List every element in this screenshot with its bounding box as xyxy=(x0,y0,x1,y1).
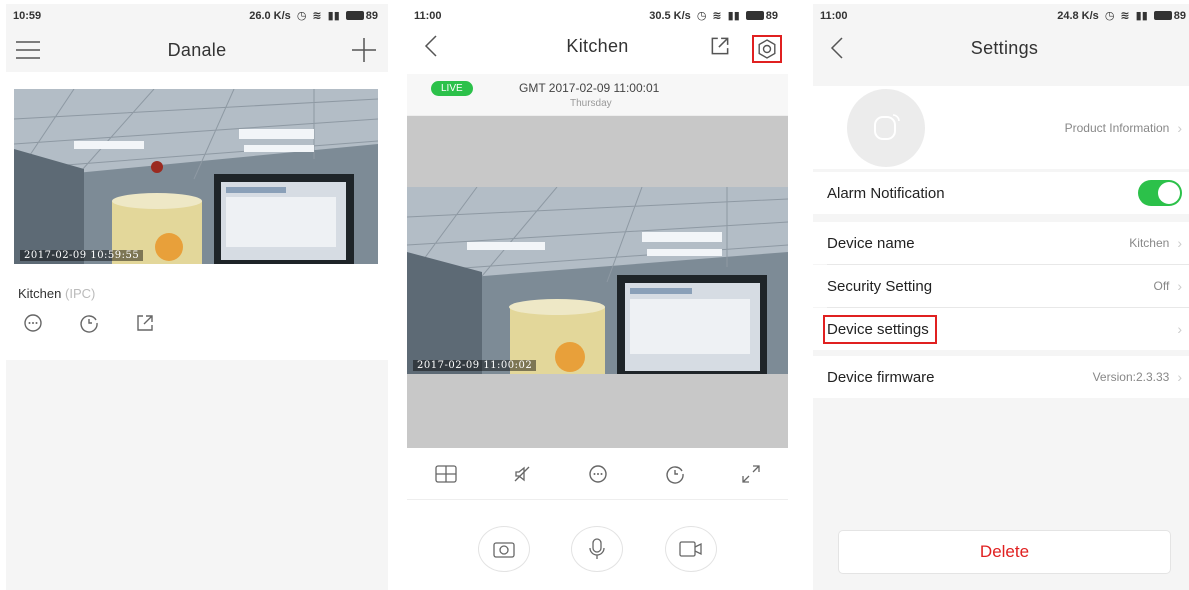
snapshot-icon xyxy=(493,542,515,558)
chevron-right-icon: › xyxy=(1177,278,1182,294)
back-icon[interactable] xyxy=(823,34,851,62)
microphone-button[interactable] xyxy=(571,526,624,572)
camera-scene xyxy=(14,89,378,264)
share-icon[interactable] xyxy=(134,312,156,334)
device-settings-row[interactable]: Device settings › xyxy=(813,308,1189,350)
menu-icon[interactable] xyxy=(14,36,42,64)
signal-icon: ▮▮ xyxy=(727,10,740,22)
device-actions xyxy=(22,312,156,334)
alarm-notification-label: Alarm Notification xyxy=(827,184,945,202)
mute-icon[interactable] xyxy=(512,464,532,484)
live-datetime: GMT 2017-02-09 11:00:01 xyxy=(519,81,660,95)
alarm-notification-row: Alarm Notification xyxy=(813,172,1189,214)
signal-icon: ▮▮ xyxy=(327,10,340,22)
alarm-icon: ◷ xyxy=(1104,10,1115,22)
settings-screen: 11:00 24.8 K/s ◷ ≋ ▮▮ 89 Settings Produc… xyxy=(813,4,1189,590)
alarm-icon: ◷ xyxy=(296,10,307,22)
page-title: Danale xyxy=(167,39,227,60)
device-name: Kitchen xyxy=(18,286,62,301)
nav-bar: Kitchen xyxy=(407,24,788,68)
battery-indicator: 89 xyxy=(1153,9,1186,22)
status-bar: 11:00 24.8 K/s ◷ ≋ ▮▮ 89 xyxy=(813,4,1189,28)
record-button[interactable] xyxy=(665,526,718,572)
live-view-screen: 11:00 30.5 K/s ◷ ≋ ▮▮ 89 Kitchen LIVE GM… xyxy=(407,4,788,590)
device-name-row[interactable]: Device name Kitchen › xyxy=(813,222,1189,264)
chevron-right-icon: › xyxy=(1177,235,1182,251)
network-speed: 30.5 K/s xyxy=(649,9,691,22)
battery-level: 89 xyxy=(1173,9,1186,22)
network-speed: 26.0 K/s xyxy=(249,9,291,22)
live-header: LIVE GMT 2017-02-09 11:00:01 Thursday xyxy=(407,74,788,116)
device-settings-label: Device settings xyxy=(823,314,937,344)
battery-icon xyxy=(1153,11,1172,20)
delete-button[interactable]: Delete xyxy=(838,530,1171,574)
product-info-row[interactable]: Product Information › xyxy=(813,86,1189,169)
nav-bar: Settings xyxy=(813,26,1189,70)
device-type: (IPC) xyxy=(65,286,96,301)
share-icon[interactable] xyxy=(706,32,734,60)
status-time: 11:00 xyxy=(414,10,442,22)
wifi-icon: ≋ xyxy=(712,10,722,22)
live-weekday: Thursday xyxy=(570,98,612,109)
battery-icon xyxy=(745,11,764,20)
battery-indicator: 89 xyxy=(345,9,378,22)
camera-thumbnail[interactable]: 2017-02-09 10:59:55 xyxy=(14,89,378,264)
battery-icon xyxy=(345,11,364,20)
status-time: 11:00 xyxy=(820,10,848,22)
chevron-right-icon: › xyxy=(1177,321,1182,337)
security-setting-value: Off xyxy=(1153,279,1170,293)
device-name-label: Device name xyxy=(827,234,915,252)
chevron-right-icon: › xyxy=(1177,119,1182,136)
alarm-notification-toggle[interactable] xyxy=(1138,180,1182,206)
signal-icon: ▮▮ xyxy=(1135,10,1148,22)
status-bar: 10:59 26.0 K/s ◷ ≋ ▮▮ 89 xyxy=(6,4,388,28)
camera-timestamp: 2017-02-09 11:00:02 xyxy=(413,360,537,371)
device-avatar xyxy=(847,88,925,167)
add-icon[interactable] xyxy=(350,36,378,64)
security-setting-row[interactable]: Security Setting Off › xyxy=(813,265,1189,307)
device-firmware-value: Version:2.3.33 xyxy=(1092,370,1170,384)
back-icon[interactable] xyxy=(417,32,445,60)
snapshot-button[interactable] xyxy=(477,526,530,572)
live-badge: LIVE xyxy=(431,81,473,96)
microphone-icon xyxy=(589,538,606,559)
status-time: 10:59 xyxy=(13,10,42,22)
device-label[interactable]: Kitchen (IPC) xyxy=(18,286,95,301)
battery-indicator: 89 xyxy=(745,9,778,22)
message-icon[interactable] xyxy=(587,463,609,485)
control-toolbar xyxy=(407,448,788,500)
record-icon xyxy=(679,541,702,557)
split-view-icon[interactable] xyxy=(434,464,457,483)
nav-bar: Danale xyxy=(6,28,388,72)
history-icon[interactable] xyxy=(664,463,686,485)
camera-scene xyxy=(407,187,788,374)
alarm-icon: ◷ xyxy=(696,10,707,22)
message-icon[interactable] xyxy=(22,312,44,334)
page-title: Kitchen xyxy=(566,35,629,56)
device-firmware-label: Device firmware xyxy=(827,368,935,386)
fullscreen-icon[interactable] xyxy=(741,464,761,484)
settings-icon xyxy=(758,39,776,59)
live-video[interactable]: 2017-02-09 11:00:02 xyxy=(407,187,788,374)
capture-controls xyxy=(407,526,788,572)
battery-level: 89 xyxy=(765,9,778,22)
toggle-knob xyxy=(1158,182,1180,204)
wifi-icon: ≋ xyxy=(312,10,322,22)
wifi-icon: ≋ xyxy=(1120,10,1130,22)
page-title: Settings xyxy=(970,37,1039,58)
settings-button[interactable] xyxy=(752,35,782,63)
device-firmware-row[interactable]: Device firmware Version:2.3.33 › xyxy=(813,356,1189,398)
security-setting-label: Security Setting xyxy=(827,277,933,295)
chevron-right-icon: › xyxy=(1177,369,1182,385)
battery-level: 89 xyxy=(365,9,378,22)
history-icon[interactable] xyxy=(78,312,100,334)
home-screen: 10:59 26.0 K/s ◷ ≋ ▮▮ 89 Danale 2017-02-… xyxy=(6,4,388,590)
device-name-value: Kitchen xyxy=(1129,236,1170,250)
product-info-label: Product Information xyxy=(1064,120,1170,135)
camera-device-icon xyxy=(874,113,900,140)
camera-timestamp: 2017-02-09 10:59:55 xyxy=(20,250,144,261)
network-speed: 24.8 K/s xyxy=(1057,9,1099,22)
